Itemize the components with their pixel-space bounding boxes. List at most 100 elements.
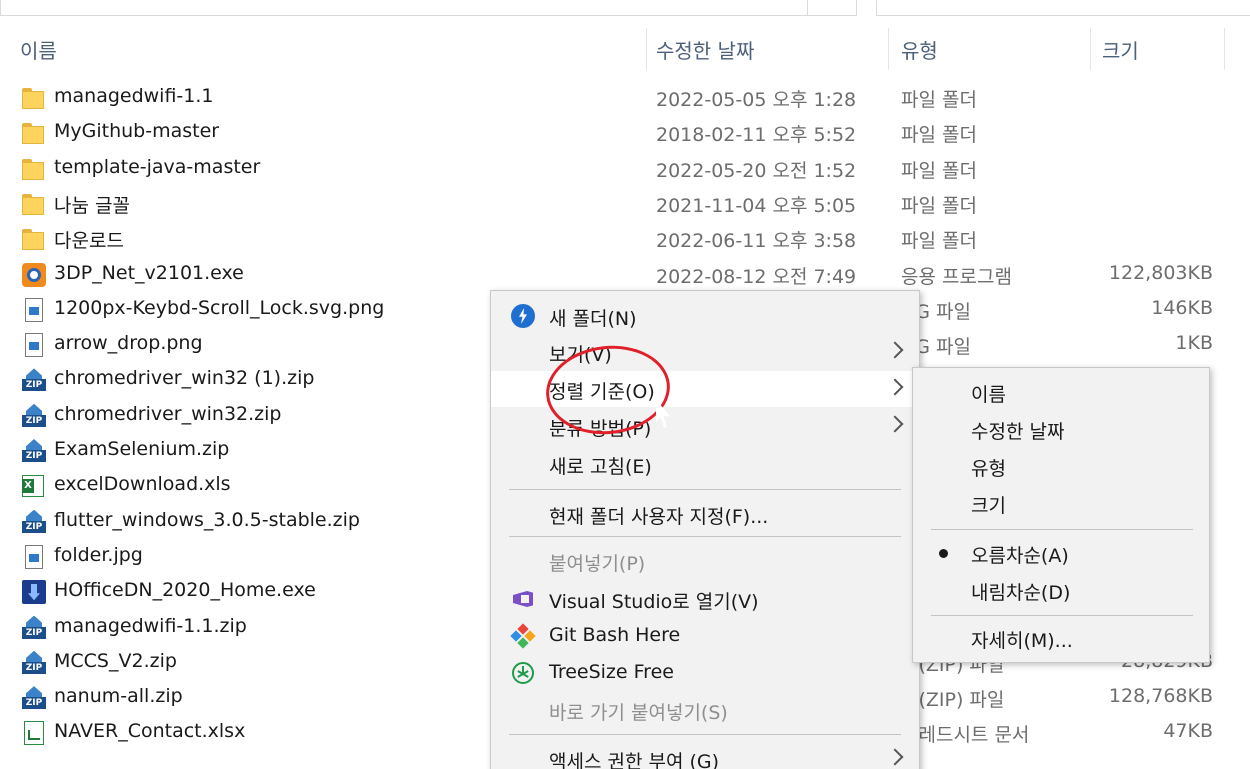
file-type: 파일 폴더 [901, 159, 977, 182]
file-size: 128,768KB [1108, 685, 1213, 708]
file-row[interactable]: 나눔 글꼴 2021-11-04 오후 5:05 파일 폴더 [0, 187, 1250, 222]
sort-option-name[interactable]: 이름 [913, 374, 1209, 410]
chevron-right-icon [886, 748, 904, 766]
file-name: managedwifi-1.1.zip [54, 614, 247, 637]
menu-separator [509, 489, 901, 490]
file-name: nanum-all.zip [54, 685, 183, 708]
column-header-size[interactable]: 크기 [1102, 28, 1222, 70]
chevron-right-icon [886, 378, 904, 396]
git-bash-icon [510, 623, 536, 649]
menu-item-treesize[interactable]: TreeSize Free [491, 655, 919, 691]
file-name: arrow_drop.png [54, 332, 203, 355]
column-header-type[interactable]: 유형 [901, 28, 1081, 70]
hoffice-installer-icon [22, 580, 46, 605]
menu-item-new-folder[interactable]: 새 폴더(N) [491, 298, 919, 334]
visual-studio-icon [511, 587, 535, 611]
file-name: NAVER_Contact.xlsx [54, 720, 246, 743]
file-size: 47KB [1163, 720, 1213, 743]
folder-icon [22, 227, 46, 251]
file-name: MyGithub-master [54, 120, 220, 143]
file-name: HOfficeDN_2020_Home.exe [54, 579, 316, 602]
dropdown-edge [807, 0, 857, 16]
file-name: chromedriver_win32 (1).zip [54, 367, 315, 390]
file-date: 2022-08-12 오전 7:49 [656, 265, 857, 288]
exe-3dp-icon [22, 262, 46, 287]
menu-item-customize-folder[interactable]: 현재 폴더 사용자 지정(F)... [491, 496, 919, 532]
column-divider[interactable] [888, 28, 889, 70]
file-name: 3DP_Net_v2101.exe [54, 261, 244, 284]
file-type: 파일 폴더 [901, 124, 977, 147]
zip-file-icon: ZIP [22, 403, 46, 428]
column-header-date[interactable]: 수정한 날짜 [656, 28, 876, 70]
zip-file-icon: ZIP [22, 615, 46, 640]
file-name: ExamSelenium.zip [54, 438, 230, 460]
menu-item-view[interactable]: 보기(V) [491, 334, 919, 370]
file-date: 2018-02-11 오후 5:52 [656, 124, 857, 147]
file-date: 2021-11-04 오후 5:05 [656, 194, 857, 217]
sort-option-type[interactable]: 유형 [913, 448, 1209, 484]
file-date: 2022-06-11 오후 3:58 [656, 230, 857, 253]
file-type: 파일 폴더 [901, 194, 977, 217]
jpg-file-icon [22, 544, 46, 569]
toolbar-remnant [0, 0, 1250, 18]
column-header-name[interactable]: 이름 [20, 28, 620, 70]
chevron-right-icon [886, 341, 904, 359]
zip-file-icon: ZIP [22, 368, 46, 392]
file-name: flutter_windows_3.0.5-stable.zip [54, 508, 360, 531]
file-row[interactable]: 다운로드 2022-06-11 오후 3:58 파일 폴더 [0, 222, 1250, 257]
png-file-icon [22, 297, 46, 322]
address-bar-edge [0, 0, 808, 16]
file-type: 프레드시트 문서 [901, 724, 1030, 747]
sort-option-ascending[interactable]: 오름차순(A) [913, 535, 1209, 571]
file-name: managedwifi-1.1 [54, 85, 214, 107]
file-date: 2022-05-20 오전 1:52 [656, 159, 857, 182]
file-size: 122,803KB [1108, 261, 1213, 284]
menu-separator [931, 615, 1193, 616]
zip-file-icon: ZIP [22, 650, 46, 675]
file-row[interactable]: 3DP_Net_v2101.exe 2022-08-12 오전 7:49 응용 프로… [0, 258, 1250, 293]
file-row[interactable]: template-java-master 2022-05-20 오전 1:52 파일… [0, 152, 1250, 187]
menu-item-open-visual-studio[interactable]: Visual Studio로 열기(V) [491, 581, 919, 617]
selected-dot-icon [939, 549, 948, 558]
column-divider[interactable] [1090, 28, 1091, 70]
xlsx-file-icon [22, 721, 46, 746]
png-file-icon [22, 333, 46, 358]
file-row[interactable]: MyGithub-master 2018-02-11 오후 5:52 파일 폴더 [0, 116, 1250, 151]
file-date: 2022-05-05 오후 1:28 [656, 89, 857, 111]
file-size: 146KB [1151, 296, 1213, 319]
file-name: MCCS_V2.zip [54, 649, 177, 672]
mouse-cursor-icon [655, 399, 674, 429]
folder-icon [22, 121, 46, 145]
sort-submenu: 이름 수정한 날짜 유형 크기 오름차순(A) 내림차순(D) 자세히(M)..… [912, 367, 1210, 663]
column-divider[interactable] [1224, 28, 1225, 70]
xls-file-icon: X [22, 474, 46, 498]
search-box-edge [876, 0, 1250, 16]
file-type: 파일 폴더 [901, 89, 977, 111]
file-name: chromedriver_win32.zip [54, 402, 282, 425]
menu-item-refresh[interactable]: 새로 고침(E) [491, 446, 919, 482]
zip-file-icon: ZIP [22, 439, 46, 463]
sort-option-date[interactable]: 수정한 날짜 [913, 411, 1209, 447]
file-name: 나눔 글꼴 [54, 194, 130, 217]
menu-item-grant-access[interactable]: 액세스 권한 부여 (G) [491, 741, 919, 769]
file-type: 응용 프로그램 [901, 265, 1012, 288]
zip-file-icon: ZIP [22, 509, 46, 534]
menu-separator [931, 529, 1193, 530]
context-menu: 새 폴더(N) 보기(V) 정렬 기준(O) 분류 방법(P) 새로 고침(E)… [490, 290, 920, 769]
file-row[interactable]: managedwifi-1.1 2022-05-05 오후 1:28 파일 폴더 [0, 81, 1250, 116]
file-size: 1KB [1175, 332, 1213, 355]
menu-separator [509, 536, 901, 537]
column-divider[interactable] [646, 28, 647, 70]
sort-option-more[interactable]: 자세히(M)... [913, 620, 1209, 656]
treesize-icon [511, 661, 535, 685]
menu-item-git-bash[interactable]: Git Bash Here [491, 618, 919, 654]
menu-item-paste-shortcut: 바로 가기 붙여넣기(S) [549, 702, 728, 724]
sort-option-size[interactable]: 크기 [913, 485, 1209, 521]
folder-icon [22, 192, 46, 216]
file-name: 다운로드 [54, 230, 124, 253]
file-name: 1200px-Keybd-Scroll_Lock.svg.png [54, 296, 385, 319]
folder-icon [22, 86, 46, 110]
folder-icon [22, 157, 46, 181]
file-type: 파일 폴더 [901, 230, 977, 253]
sort-option-descending[interactable]: 내림차순(D) [913, 572, 1209, 608]
